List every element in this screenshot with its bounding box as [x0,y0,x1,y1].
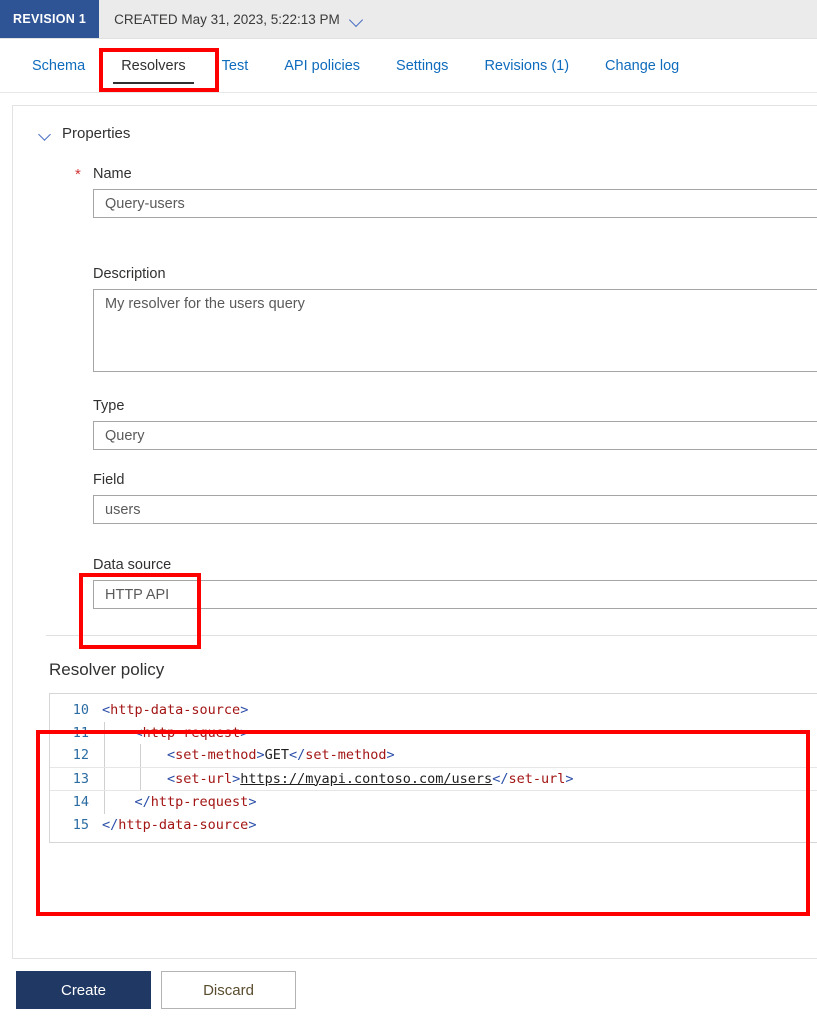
chevron-down-icon[interactable] [349,11,365,27]
chevron-down-icon[interactable] [39,127,53,141]
indent-guide [104,721,105,744]
code-line[interactable]: 13 <set-url>https://myapi.contoso.com/us… [50,766,817,791]
code-token-tag: set-url [508,770,566,787]
code-token-tag: http-data-source [118,816,249,833]
name-label: * Name [75,166,817,182]
indent-guide [104,744,105,767]
description-label: Description [93,266,166,282]
code-token-br: < [134,724,143,741]
code-token-url[interactable]: https://myapi.contoso.com/users [240,771,492,787]
type-select[interactable]: Query [93,421,817,450]
create-button[interactable]: Create [16,971,151,1009]
code-line[interactable]: 14 </http-request> [50,791,817,814]
code-token-br: < [167,770,176,787]
code-token-br: > [565,770,574,787]
code-token-tag: set-method [175,747,257,763]
code-line[interactable]: 11 <http-request> [50,721,817,744]
code-token-br: < [102,702,111,718]
type-field-block: Type Query [13,398,817,450]
description-field-block: Description My resolver for the users qu… [13,266,817,372]
indent-guide [104,791,105,814]
indent-guide [140,767,141,790]
name-label-text: Name [93,166,132,182]
revision-badge: REVISION 1 [0,0,100,38]
resolver-form-panel: Properties * Name Query-users Descriptio… [12,105,817,959]
tab-bar: Schema Resolvers Test API policies Setti… [0,39,817,93]
code-token-tag: http-request [150,794,249,810]
code-line[interactable]: 15 </http-data-source> [50,814,817,837]
code-line-number: 11 [72,724,89,741]
form-footer: Create Discard [0,961,817,1019]
tab-schema[interactable]: Schema [14,39,103,92]
resolver-policy-title: Resolver policy [49,660,165,679]
code-token-tag: set-url [175,770,233,787]
code-line-content: <set-method>GET</set-method> [102,744,817,767]
code-line[interactable]: 10 <http-data-source> [50,699,817,722]
code-line-content: <http-request> [102,721,817,744]
code-line[interactable]: 12 <set-method>GET</set-method> [50,744,817,767]
code-token-br: </ [492,770,509,787]
code-token-br: > [240,724,249,741]
code-line-content: <set-url>https://myapi.contoso.com/users… [102,767,817,790]
code-line-content: </http-request> [102,791,817,814]
code-line-number: 15 [72,816,89,833]
code-line-number: 13 [72,770,89,787]
code-token-tag: set-method [305,747,387,763]
revision-created-info[interactable]: CREATED May 31, 2023, 5:22:13 PM [99,0,365,38]
field-field-block: Field users [13,472,817,524]
datasource-select[interactable]: HTTP API [93,580,817,609]
tab-change-log[interactable]: Change log [587,39,697,92]
code-token-tag: http-request [142,724,241,741]
code-token-br: </ [288,747,306,763]
code-token-br: > [386,747,395,763]
code-token-br: > [248,816,257,833]
code-line-number: 10 [72,702,89,718]
tab-test[interactable]: Test [204,39,267,92]
code-line-content: </http-data-source> [102,814,817,837]
tab-settings[interactable]: Settings [378,39,466,92]
field-select[interactable]: users [93,495,817,524]
code-line-number: 12 [72,747,89,763]
code-line-number: 14 [72,794,89,810]
indent-guide [104,767,105,790]
name-input[interactable]: Query-users [93,189,817,218]
field-label: Field [93,472,125,488]
indent-guide [140,744,141,767]
revision-bar: REVISION 1 CREATED May 31, 2023, 5:22:13… [0,0,817,39]
datasource-label: Data source [93,557,172,573]
code-token-br: </ [134,794,151,810]
code-line-content: <http-data-source> [102,699,817,722]
revision-created-text: CREATED May 31, 2023, 5:22:13 PM [114,11,340,27]
code-token-br: > [256,747,265,763]
code-token-br: > [240,702,249,718]
discard-button[interactable]: Discard [161,971,296,1009]
properties-section-header[interactable]: Properties [13,106,817,142]
description-textarea[interactable]: My resolver for the users query [93,289,817,372]
code-token-br: > [232,770,241,787]
datasource-field-block: Data source HTTP API [13,557,817,609]
type-label: Type [93,398,125,414]
required-indicator: * [75,166,81,183]
tab-api-policies[interactable]: API policies [266,39,378,92]
code-token-tag: http-data-source [110,702,241,718]
resolver-policy-editor[interactable]: 10 <http-data-source> 11 <http-request> 12 … [49,693,817,843]
code-token-br: </ [102,816,119,833]
code-token-br: > [248,794,257,810]
code-token-br: < [167,747,176,763]
code-token-txt: GET [264,747,289,763]
tab-resolvers[interactable]: Resolvers [103,39,203,92]
name-field-block: * Name Query-users [13,166,817,218]
properties-section-title: Properties [62,125,131,142]
tab-revisions[interactable]: Revisions (1) [466,39,587,92]
